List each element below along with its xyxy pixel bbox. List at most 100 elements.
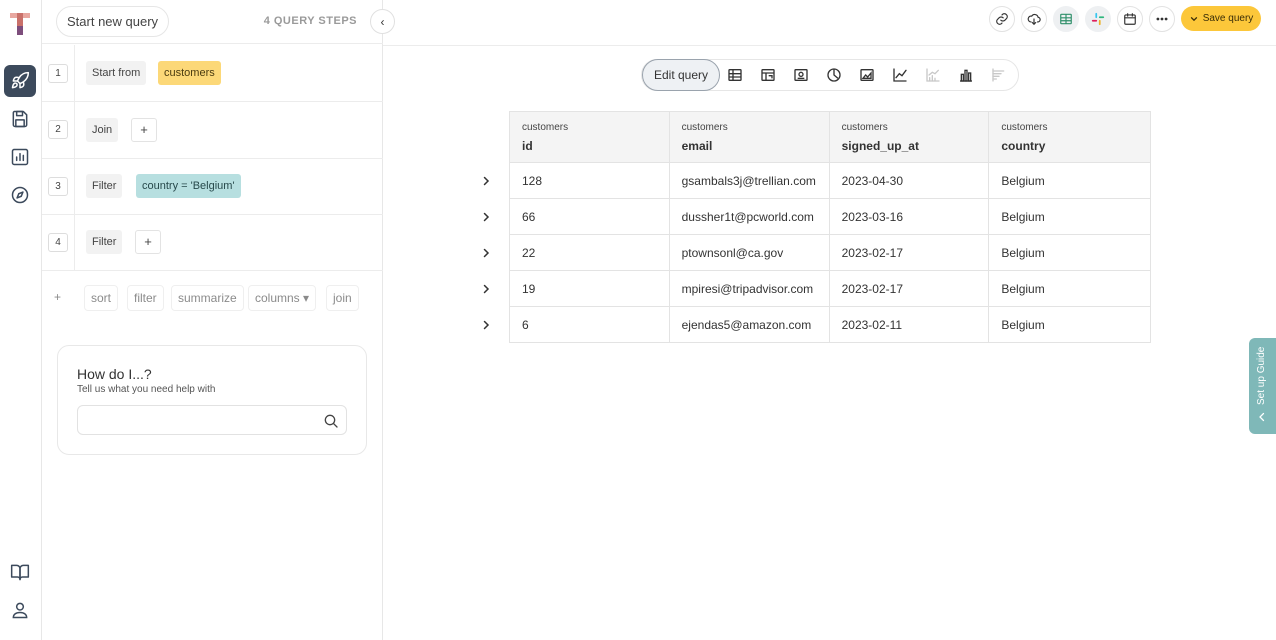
collapse-panel-button[interactable]: ‹ [370,9,395,34]
add-sort-button[interactable]: sort [84,285,119,311]
export-sheet-button[interactable] [1053,6,1079,32]
help-card: How do I...? Tell us what you need help … [57,345,367,455]
combo-view-button[interactable] [925,67,941,83]
column-table-name: customers [841,122,888,133]
report-icon [11,148,29,166]
query-steps-count: 4 QUERY STEPS [263,15,357,27]
add-join-action-button[interactable]: join [326,285,359,311]
rail-rocket-button[interactable] [4,65,36,97]
step-table-chip[interactable]: customers [158,61,221,85]
cell-email: ejendas5@amazon.com [668,306,830,343]
table-view-icon [728,69,742,81]
query-step-1: 1 Start from customers [42,45,383,102]
cell-email: dussher1t@pcworld.com [668,198,830,235]
cell-signed-up-at: 2023-02-11 [828,306,990,343]
row-view-button[interactable] [991,67,1007,83]
save-query-button[interactable]: Save query [1181,6,1261,31]
cell-id: 66 [509,198,670,235]
step-action[interactable]: Filter [86,230,123,254]
start-new-query-button[interactable]: Start new query [56,6,170,37]
step-action[interactable]: Join [86,118,119,142]
row-expand-chevron-right-icon[interactable] [480,319,492,331]
row-expand-chevron-right-icon[interactable] [480,211,492,223]
query-step-3: 3 Filter country = 'Belgium' [42,159,383,215]
table-row: 128 gsambals3j@trellian.com 2023-04-30 B… [509,162,1151,199]
add-filter-action-button[interactable]: filter [127,285,164,311]
add-summarize-button[interactable]: summarize [171,285,244,311]
column-name: id [522,139,533,153]
pie-view-button[interactable] [826,67,842,83]
rail-docs-button[interactable] [4,556,36,588]
row-expand-chevron-right-icon[interactable] [480,175,492,187]
query-steps-panel: Start new query 4 QUERY STEPS ‹ 1 Start … [42,0,395,640]
pivot-view-button[interactable] [760,67,776,83]
app-root: Start new query 4 QUERY STEPS ‹ 1 Start … [0,0,1276,640]
table-row: 66 dussher1t@pcworld.com 2023-03-16 Belg… [509,198,1151,235]
rail-profile-button[interactable] [4,594,36,626]
area-view-button[interactable] [859,67,875,83]
step-action[interactable]: Start from [86,61,147,85]
panel-header: Start new query 4 QUERY STEPS [42,0,383,44]
rail-reports-button[interactable] [4,141,36,173]
cell-country: Belgium [988,306,1151,343]
cell-country: Belgium [988,270,1151,307]
combo-view-icon [926,68,940,82]
cell-signed-up-at: 2023-04-30 [828,162,990,199]
row-expand-chevron-right-icon[interactable] [480,283,492,295]
rail-saved-button[interactable] [4,103,36,135]
more-options-button[interactable] [1149,6,1175,32]
area-view-icon [860,69,874,81]
number-view-button[interactable] [793,67,809,83]
table-row: 19 mpiresi@tripadvisor.com 2023-02-17 Be… [509,270,1151,307]
cell-id: 22 [509,234,670,271]
add-filter-button[interactable]: + [135,230,161,254]
cell-email: mpiresi@tripadvisor.com [668,270,830,307]
setup-guide-label: Set up Guide [1256,346,1267,406]
pivot-view-icon [761,69,775,81]
slack-share-button[interactable] [1085,6,1111,32]
slack-icon [1091,12,1105,26]
book-icon [10,564,30,581]
column-header-email[interactable]: customers email [668,111,830,163]
line-view-button[interactable] [892,67,908,83]
rail-explore-button[interactable] [4,179,36,211]
table-row: 22 ptownsonl@ca.gov 2023-02-17 Belgium [509,234,1151,271]
column-name: email [681,139,713,153]
column-name: signed_up_at [841,139,919,153]
download-button[interactable] [1021,6,1047,32]
add-step-plus[interactable]: + [54,285,61,309]
help-search-input[interactable] [77,405,347,435]
calendar-icon [1124,13,1136,25]
user-icon [12,602,28,619]
add-columns-button[interactable]: columns ▾ [248,285,317,311]
table-row: 6 ejendas5@amazon.com 2023-02-11 Belgium [509,306,1151,343]
copy-link-button[interactable] [989,6,1015,32]
step-action[interactable]: Filter [86,174,123,198]
column-header-signed-up-at[interactable]: customers signed_up_at [828,111,990,163]
rocket-icon [11,71,30,89]
filter-condition-chip[interactable]: country = 'Belgium' [136,174,241,198]
cell-signed-up-at: 2023-02-17 [828,270,990,307]
column-name: country [1001,139,1046,153]
link-icon [996,13,1008,25]
query-step-4: 4 Filter + [42,215,383,271]
chevron-left-icon [1259,412,1265,422]
row-expand-chevron-right-icon[interactable] [480,247,492,259]
step-number: 1 [48,64,68,83]
edit-query-button[interactable]: Edit query [642,59,720,91]
bar-view-icon [960,69,972,82]
cell-id: 19 [509,270,670,307]
pie-view-icon [827,68,841,82]
view-switcher: Edit query [641,59,1019,91]
column-header-id[interactable]: customers id [509,111,670,163]
cell-email: gsambals3j@trellian.com [668,162,830,199]
add-step-actions: + sort filter summarize columns ▾ join [42,285,383,311]
bar-view-button[interactable] [958,67,974,83]
column-table-name: customers [1001,122,1048,133]
line-view-icon [893,68,907,82]
column-header-country[interactable]: customers country [988,111,1151,163]
table-view-button[interactable] [727,67,743,83]
schedule-button[interactable] [1117,6,1143,32]
add-join-button[interactable]: + [131,118,157,142]
step-number: 4 [48,233,68,252]
